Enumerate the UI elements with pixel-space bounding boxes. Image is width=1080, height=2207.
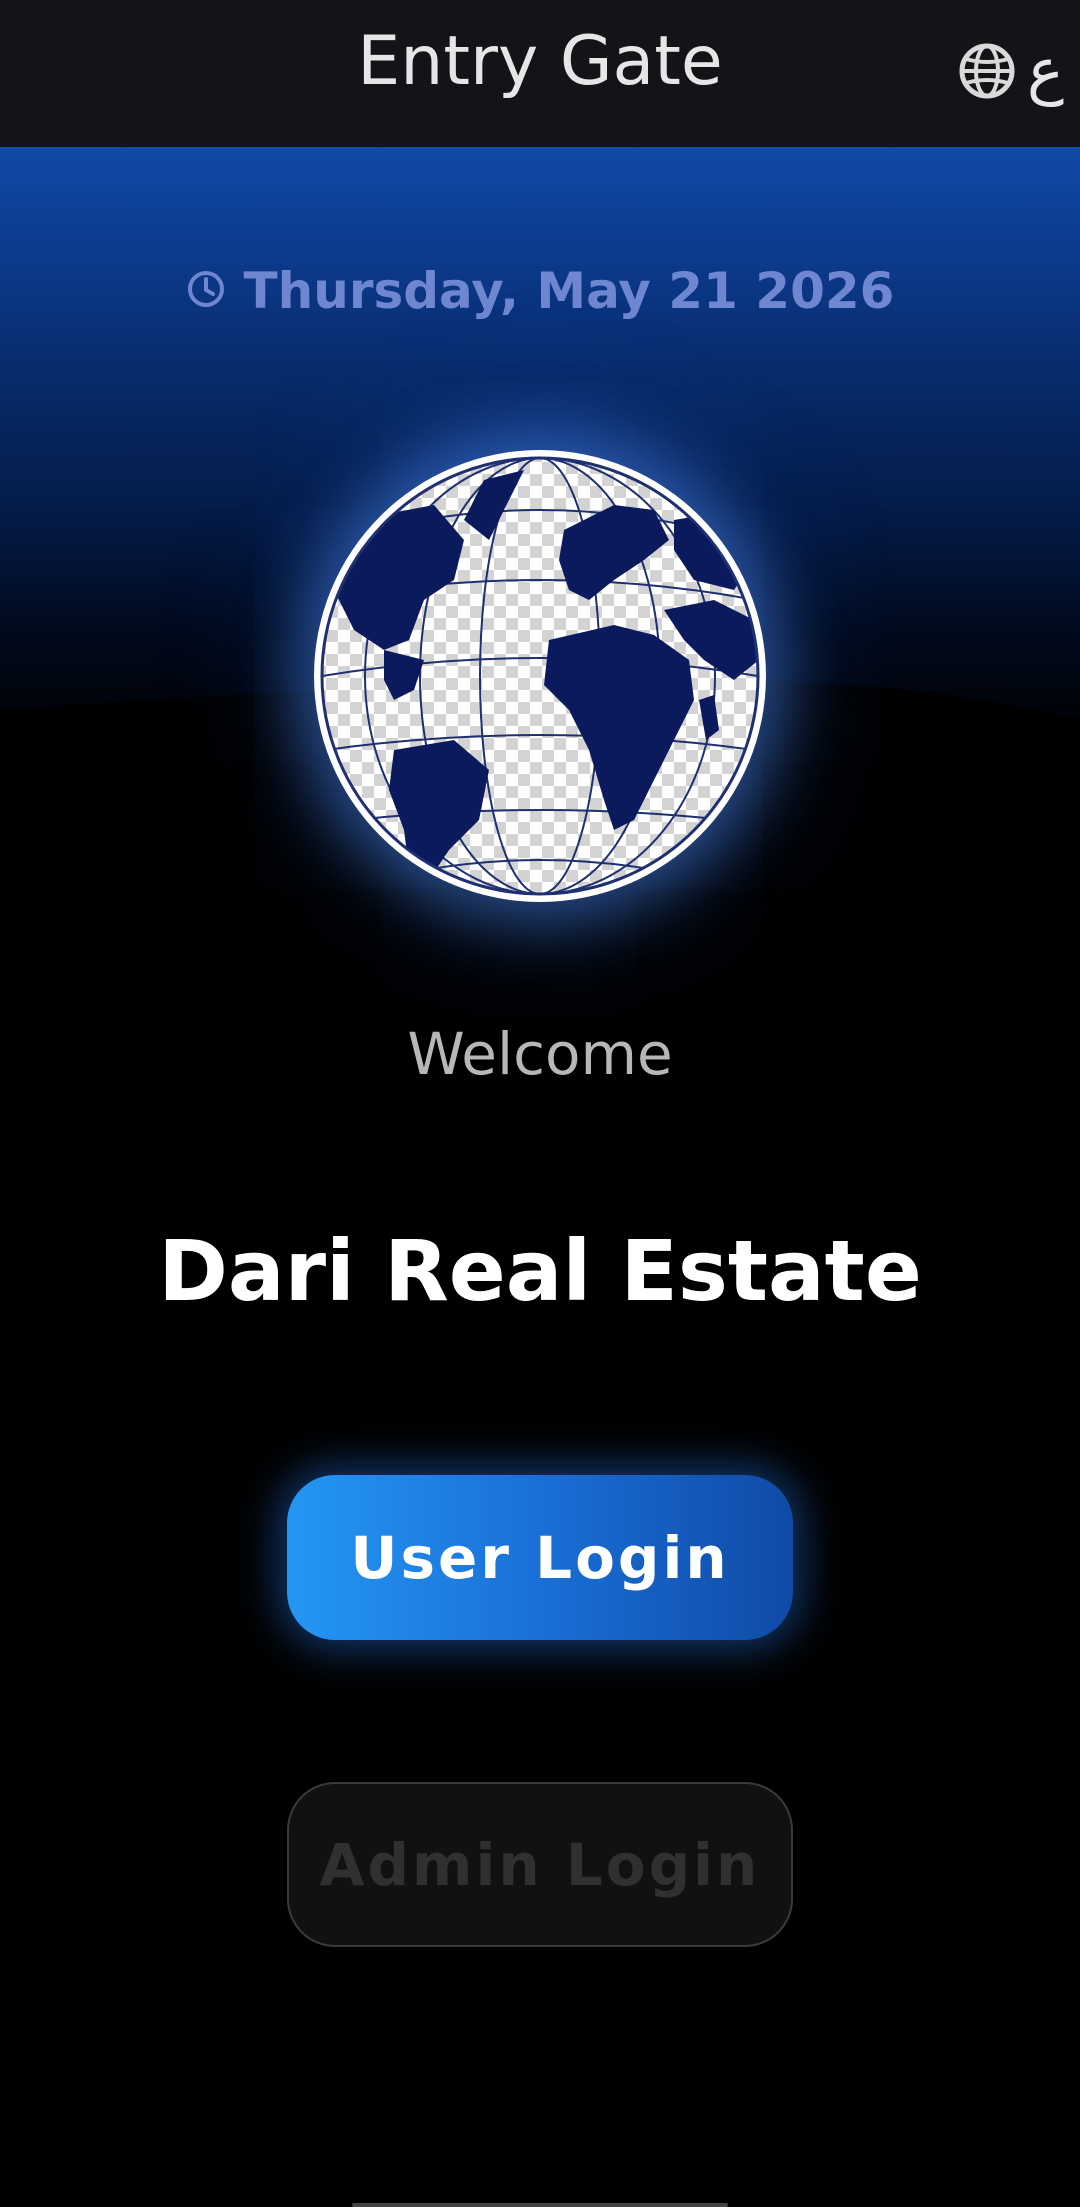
page-title: Entry Gate: [357, 22, 723, 101]
home-indicator: [352, 2203, 728, 2207]
current-date: Thursday, May 21 2026: [243, 262, 895, 320]
entry-gate-screen: Entry Gate ع Thursday, May 21 2026 Welco…: [0, 0, 1080, 2207]
user-login-button[interactable]: User Login: [287, 1475, 793, 1640]
clock-icon: [186, 269, 226, 313]
globe-icon: [959, 43, 1015, 99]
globe-logo: [314, 450, 766, 902]
welcome-text: Welcome: [407, 1020, 673, 1088]
date-row: Thursday, May 21 2026: [0, 262, 1080, 320]
app-bar: Entry Gate ع: [0, 0, 1080, 147]
admin-login-button[interactable]: Admin Login: [287, 1782, 793, 1947]
language-code: ع: [1027, 34, 1064, 107]
brand-name: Dari Real Estate: [158, 1222, 922, 1320]
language-toggle[interactable]: ع: [959, 36, 1064, 106]
